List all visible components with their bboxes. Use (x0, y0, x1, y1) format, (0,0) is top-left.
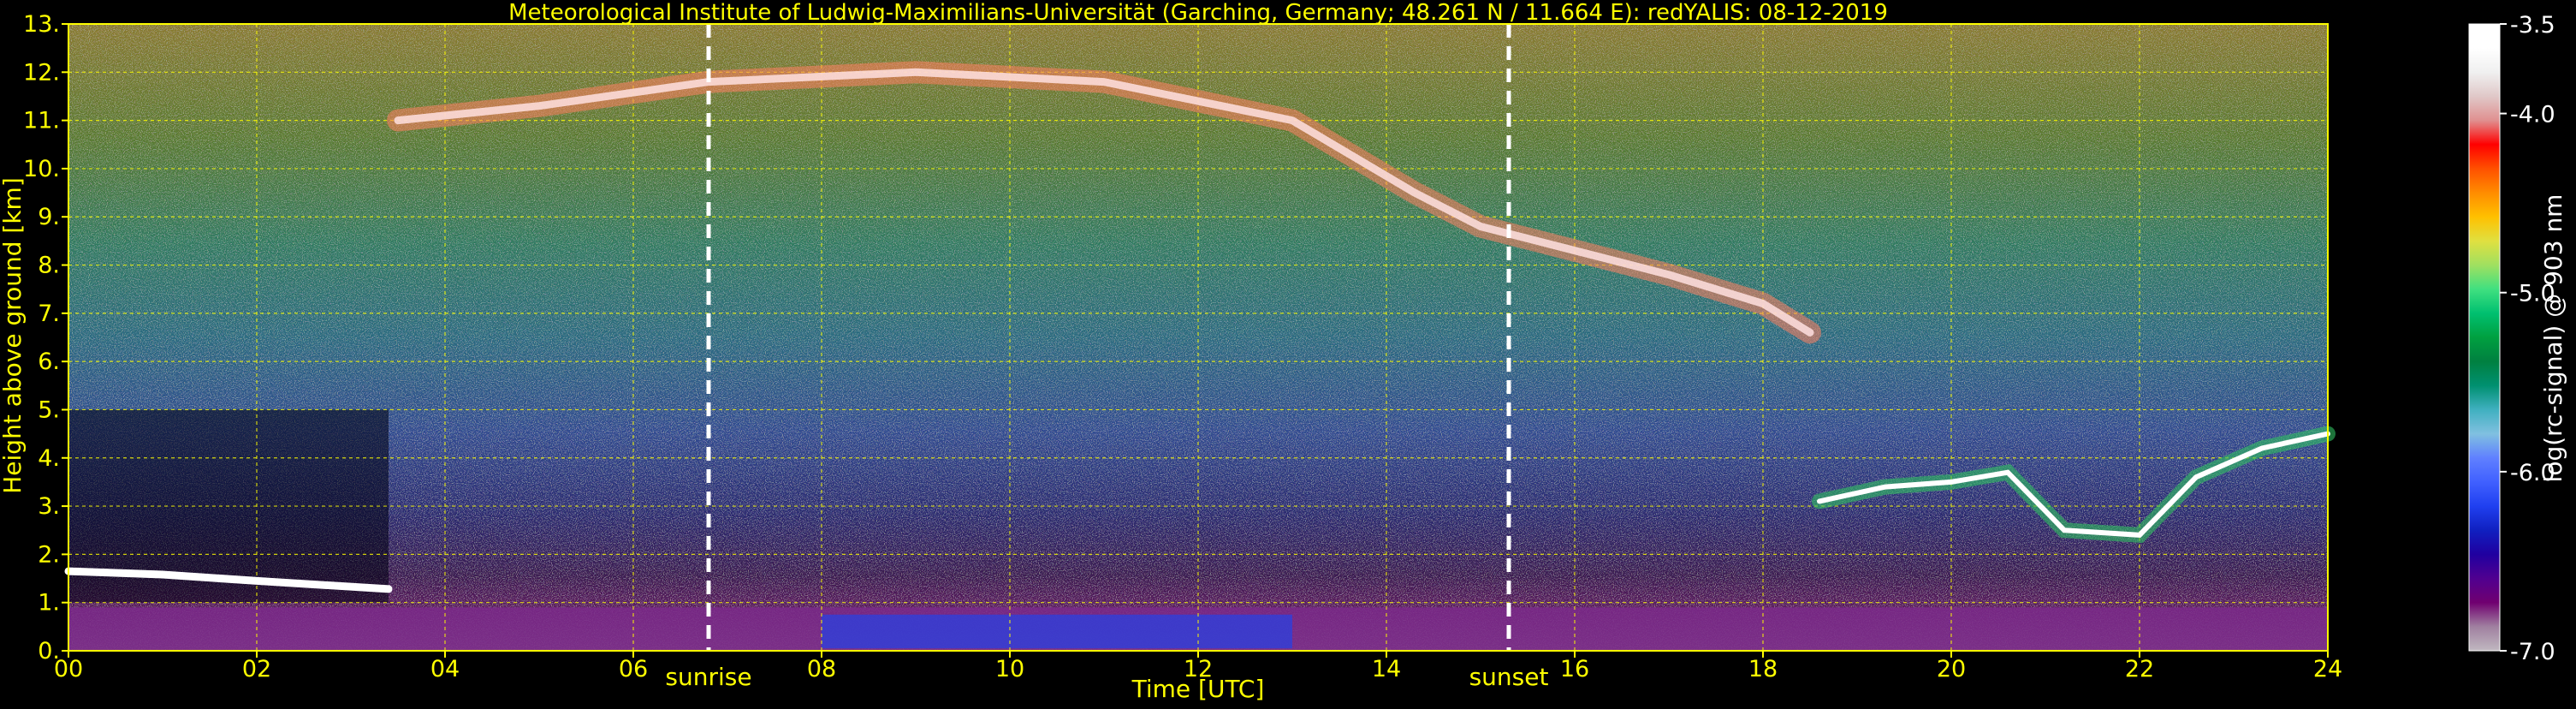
x-axis-label: Time [UTC] (1131, 675, 1265, 703)
y-tick-label: 6. (38, 349, 60, 375)
x-tick-label: 24 (2313, 656, 2342, 682)
y-tick-label: 5. (38, 396, 60, 423)
y-axis-label: Height above ground [km] (0, 177, 27, 494)
lidar-chart: sunrise sunset 00 02 04 06 08 10 12 14 16 18 20 22 24… (0, 0, 2567, 703)
x-tick-label: 16 (1560, 656, 1589, 682)
x-tick-label: 18 (1748, 656, 1778, 682)
y-tick-label: 3. (38, 493, 60, 520)
x-tick-label: 08 (807, 656, 836, 682)
colorbar-scale (2468, 23, 2501, 652)
lidar-quicklook: sunrise sunset 00 02 04 06 08 10 12 14 16 18 20 22 24… (0, 0, 2576, 706)
y-tick-label: 4. (38, 445, 60, 472)
y-tick-label: 9. (38, 204, 60, 230)
y-tick-label: 11. (23, 108, 60, 134)
x-tick-label: 20 (1937, 656, 1966, 682)
x-tick-label: 06 (619, 656, 648, 682)
y-tick-label: 12. (23, 59, 60, 86)
colorbar-tick-label: -3.5 (2510, 12, 2555, 39)
colorbar-tick-label: -7.0 (2510, 639, 2555, 665)
x-tick-label: 02 (242, 656, 271, 682)
y-tick-label: 10. (23, 156, 60, 182)
daytime-aerosol-signal (822, 614, 1292, 649)
y-tick-label: 1. (38, 590, 60, 617)
y-tick-label: 7. (38, 301, 60, 327)
x-tick-label: 14 (1372, 656, 1401, 682)
y-tick-label: 0. (38, 638, 60, 664)
colorbar-tick-label: -4.0 (2510, 102, 2555, 128)
chart-title: Meteorological Institute of Ludwig-Maxim… (508, 0, 1888, 26)
colorbar-label: log(rc-signal) @ 903 nm (2539, 194, 2567, 483)
y-tick-label: 2. (38, 541, 60, 568)
sunset-label: sunset (1469, 663, 1549, 691)
x-tick-label: 04 (430, 656, 460, 682)
sunrise-label: sunrise (665, 663, 751, 691)
x-tick-label: 10 (995, 656, 1024, 682)
y-tick-label: 8. (38, 253, 60, 279)
x-tick-label: 22 (2125, 656, 2154, 682)
y-tick-label: 13. (23, 11, 60, 38)
